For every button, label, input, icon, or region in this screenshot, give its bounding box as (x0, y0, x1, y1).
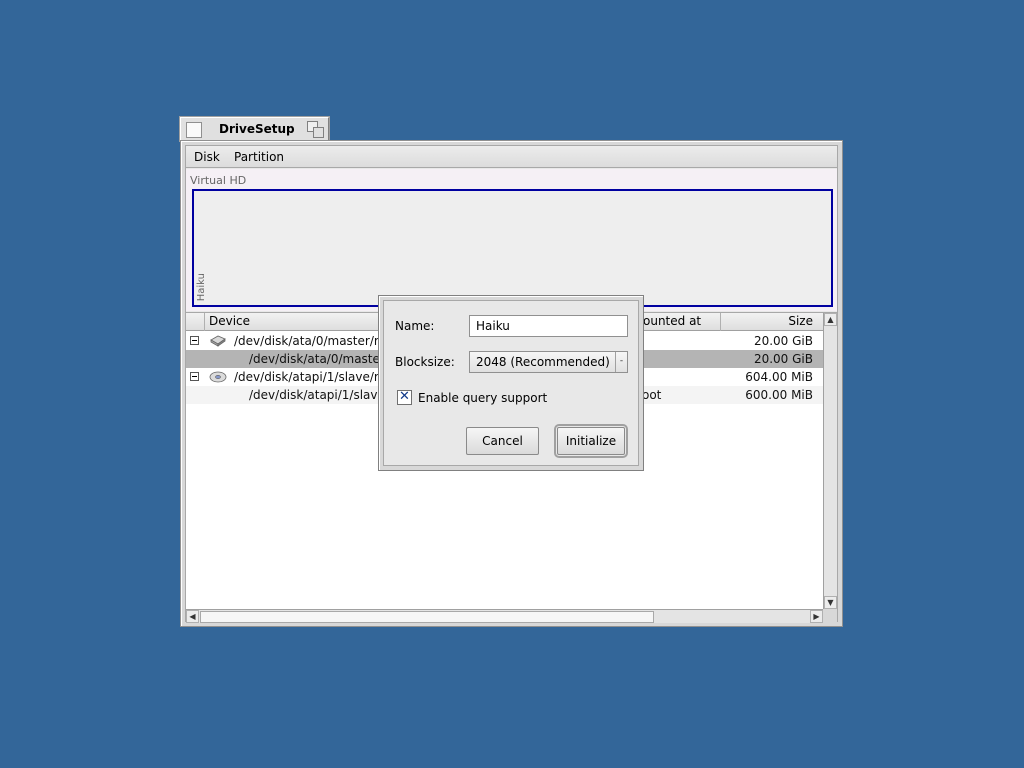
device-size: 20.00 GiB (753, 334, 813, 348)
device-path: /dev/disk/atapi/1/slave/0 (249, 388, 397, 402)
vertical-scrollbar[interactable]: ▲ ▼ (823, 313, 837, 609)
hard-disk-icon (210, 335, 226, 347)
collapse-icon[interactable] (190, 372, 199, 381)
column-device[interactable]: Device (204, 313, 384, 331)
blocksize-label: Blocksize: (395, 355, 455, 369)
name-input[interactable] (469, 315, 628, 337)
collapse-icon[interactable] (190, 336, 199, 345)
scroll-up-icon[interactable]: ▲ (824, 313, 837, 326)
device-size: 604.00 MiB (745, 370, 813, 384)
device-path: /dev/disk/ata/0/master/raw (234, 334, 396, 348)
device-path: /dev/disk/atapi/1/slave/raw (234, 370, 397, 384)
horizontal-scroll-thumb[interactable] (200, 611, 654, 623)
blocksize-select[interactable]: 2048 (Recommended) - (469, 351, 628, 373)
column-size[interactable]: Size (720, 313, 823, 331)
close-button[interactable] (186, 122, 202, 138)
dropdown-arrow-icon[interactable]: - (615, 352, 627, 372)
window-tab[interactable]: DriveSetup (180, 117, 329, 141)
menu-partition[interactable]: Partition (234, 150, 284, 164)
blocksize-value: 2048 (Recommended) (476, 355, 610, 369)
device-size: 600.00 MiB (745, 388, 813, 402)
menu-disk[interactable]: Disk (194, 150, 220, 164)
scroll-right-icon[interactable]: ▶ (810, 610, 823, 623)
device-path: /dev/disk/ata/0/master/0 (249, 352, 397, 366)
disk-label: Virtual HD (190, 174, 247, 187)
query-support-checkbox[interactable]: ✕ (397, 390, 412, 405)
scroll-down-icon[interactable]: ▼ (824, 596, 837, 609)
scroll-left-icon[interactable]: ◀ (186, 610, 199, 623)
cd-rom-icon (209, 371, 227, 383)
zoom-button[interactable] (307, 121, 325, 139)
horizontal-scrollbar[interactable]: ◀ ▶ (186, 609, 823, 623)
window-title: DriveSetup (219, 122, 295, 136)
initialize-button[interactable]: Initialize (554, 424, 628, 458)
cancel-button[interactable]: Cancel (466, 427, 539, 455)
initialize-dialog: Name: Blocksize: 2048 (Recommended) - ✕ … (378, 295, 644, 471)
disk-map: Virtual HD Haiku (186, 169, 837, 311)
menu-bar: Disk Partition (186, 146, 837, 168)
partition-block[interactable]: Haiku (192, 189, 833, 307)
device-size: 20.00 GiB (753, 352, 813, 366)
name-label: Name: (395, 319, 435, 333)
query-support-label[interactable]: Enable query support (418, 391, 547, 405)
partition-label: Haiku (196, 272, 207, 301)
mounted-at: oot (642, 388, 662, 402)
